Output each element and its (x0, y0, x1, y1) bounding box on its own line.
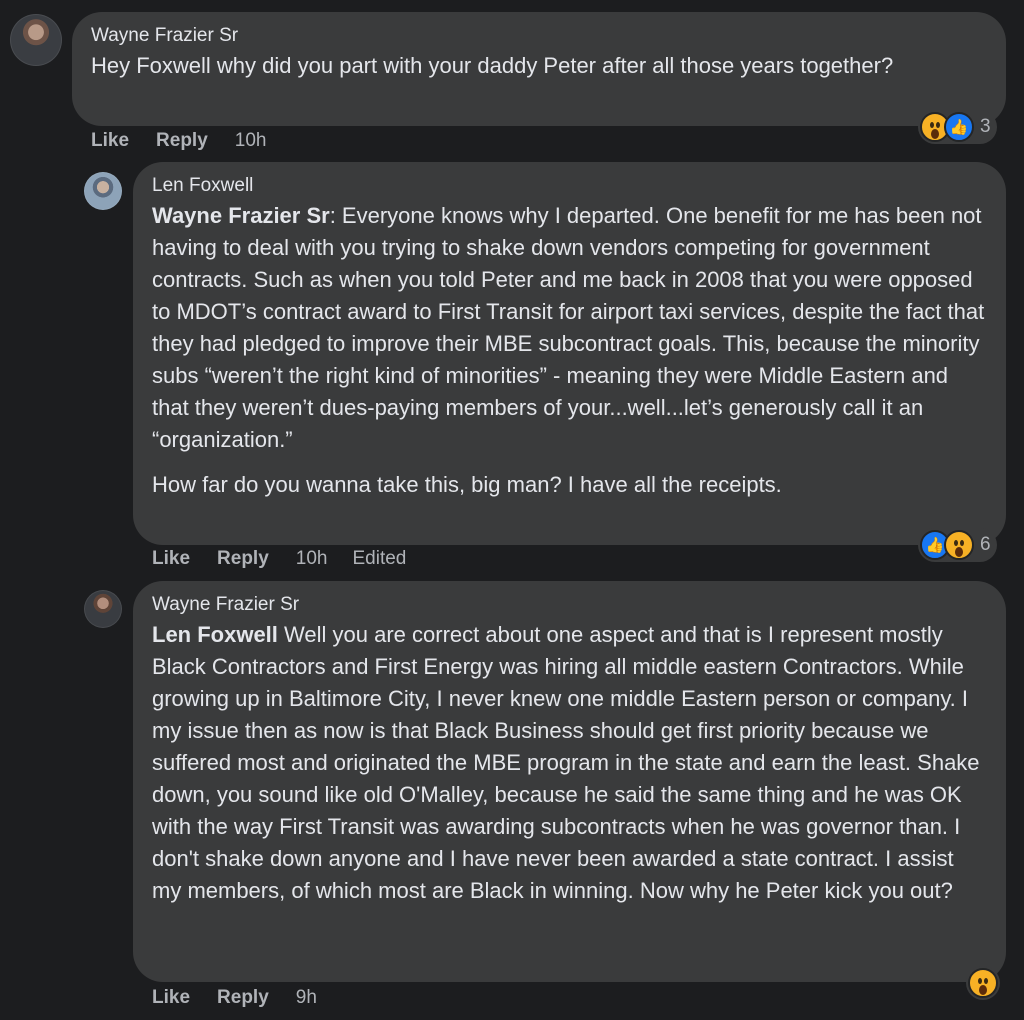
comment-bubble: Wayne Frazier Sr Len Foxwell Well you ar… (133, 581, 1006, 982)
like-button[interactable]: Like (152, 987, 190, 1009)
comment-actions: Like Reply 10h (91, 130, 291, 152)
like-button[interactable]: Like (152, 548, 190, 570)
avatar[interactable] (84, 172, 122, 210)
reaction-summary[interactable]: 👍 6 (918, 528, 997, 562)
comment-bubble: Len Foxwell Wayne Frazier Sr: Everyone k… (133, 162, 1006, 545)
reply-button[interactable]: Reply (217, 987, 269, 1009)
like-icon: 👍 (944, 112, 974, 142)
reaction-count: 6 (980, 534, 991, 555)
comment-text-body: Well you are correct about one aspect an… (152, 622, 980, 903)
comment-actions: Like Reply 10h Edited (152, 548, 431, 570)
mention-link[interactable]: Len Foxwell (152, 622, 278, 647)
mention-link[interactable]: Wayne Frazier Sr (152, 203, 330, 228)
comment-text: Len Foxwell Well you are correct about o… (152, 619, 986, 907)
comment-author[interactable]: Len Foxwell (152, 175, 986, 197)
comment-actions: Like Reply 9h (152, 987, 342, 1009)
reaction-summary[interactable]: 👍 3 (918, 110, 997, 144)
comment-text-body: : Everyone knows why I departed. One ben… (152, 203, 985, 452)
timestamp[interactable]: 10h (235, 130, 267, 152)
avatar[interactable] (84, 590, 122, 628)
reaction-summary[interactable] (966, 966, 1000, 1000)
comment-text: Hey Foxwell why did you part with your d… (91, 53, 894, 78)
avatar[interactable] (10, 14, 62, 66)
comment-author[interactable]: Wayne Frazier Sr (91, 25, 986, 47)
reaction-count: 3 (980, 116, 991, 137)
comment-thread: Wayne Frazier Sr Hey Foxwell why did you… (0, 0, 1024, 1020)
wow-icon (968, 968, 998, 998)
like-button[interactable]: Like (91, 130, 129, 152)
timestamp[interactable]: 9h (296, 987, 317, 1009)
comment-author[interactable]: Wayne Frazier Sr (152, 594, 986, 616)
comment-bubble: Wayne Frazier Sr Hey Foxwell why did you… (72, 12, 1006, 126)
cropped-previous-actions (150, 0, 270, 4)
comment-text-paragraph: How far do you wanna take this, big man?… (152, 472, 782, 497)
timestamp[interactable]: 10h (296, 548, 328, 570)
reply-button[interactable]: Reply (156, 130, 208, 152)
comment-text: Wayne Frazier Sr: Everyone knows why I d… (152, 200, 986, 456)
edited-label[interactable]: Edited (352, 548, 406, 570)
wow-icon (944, 530, 974, 560)
reply-button[interactable]: Reply (217, 548, 269, 570)
